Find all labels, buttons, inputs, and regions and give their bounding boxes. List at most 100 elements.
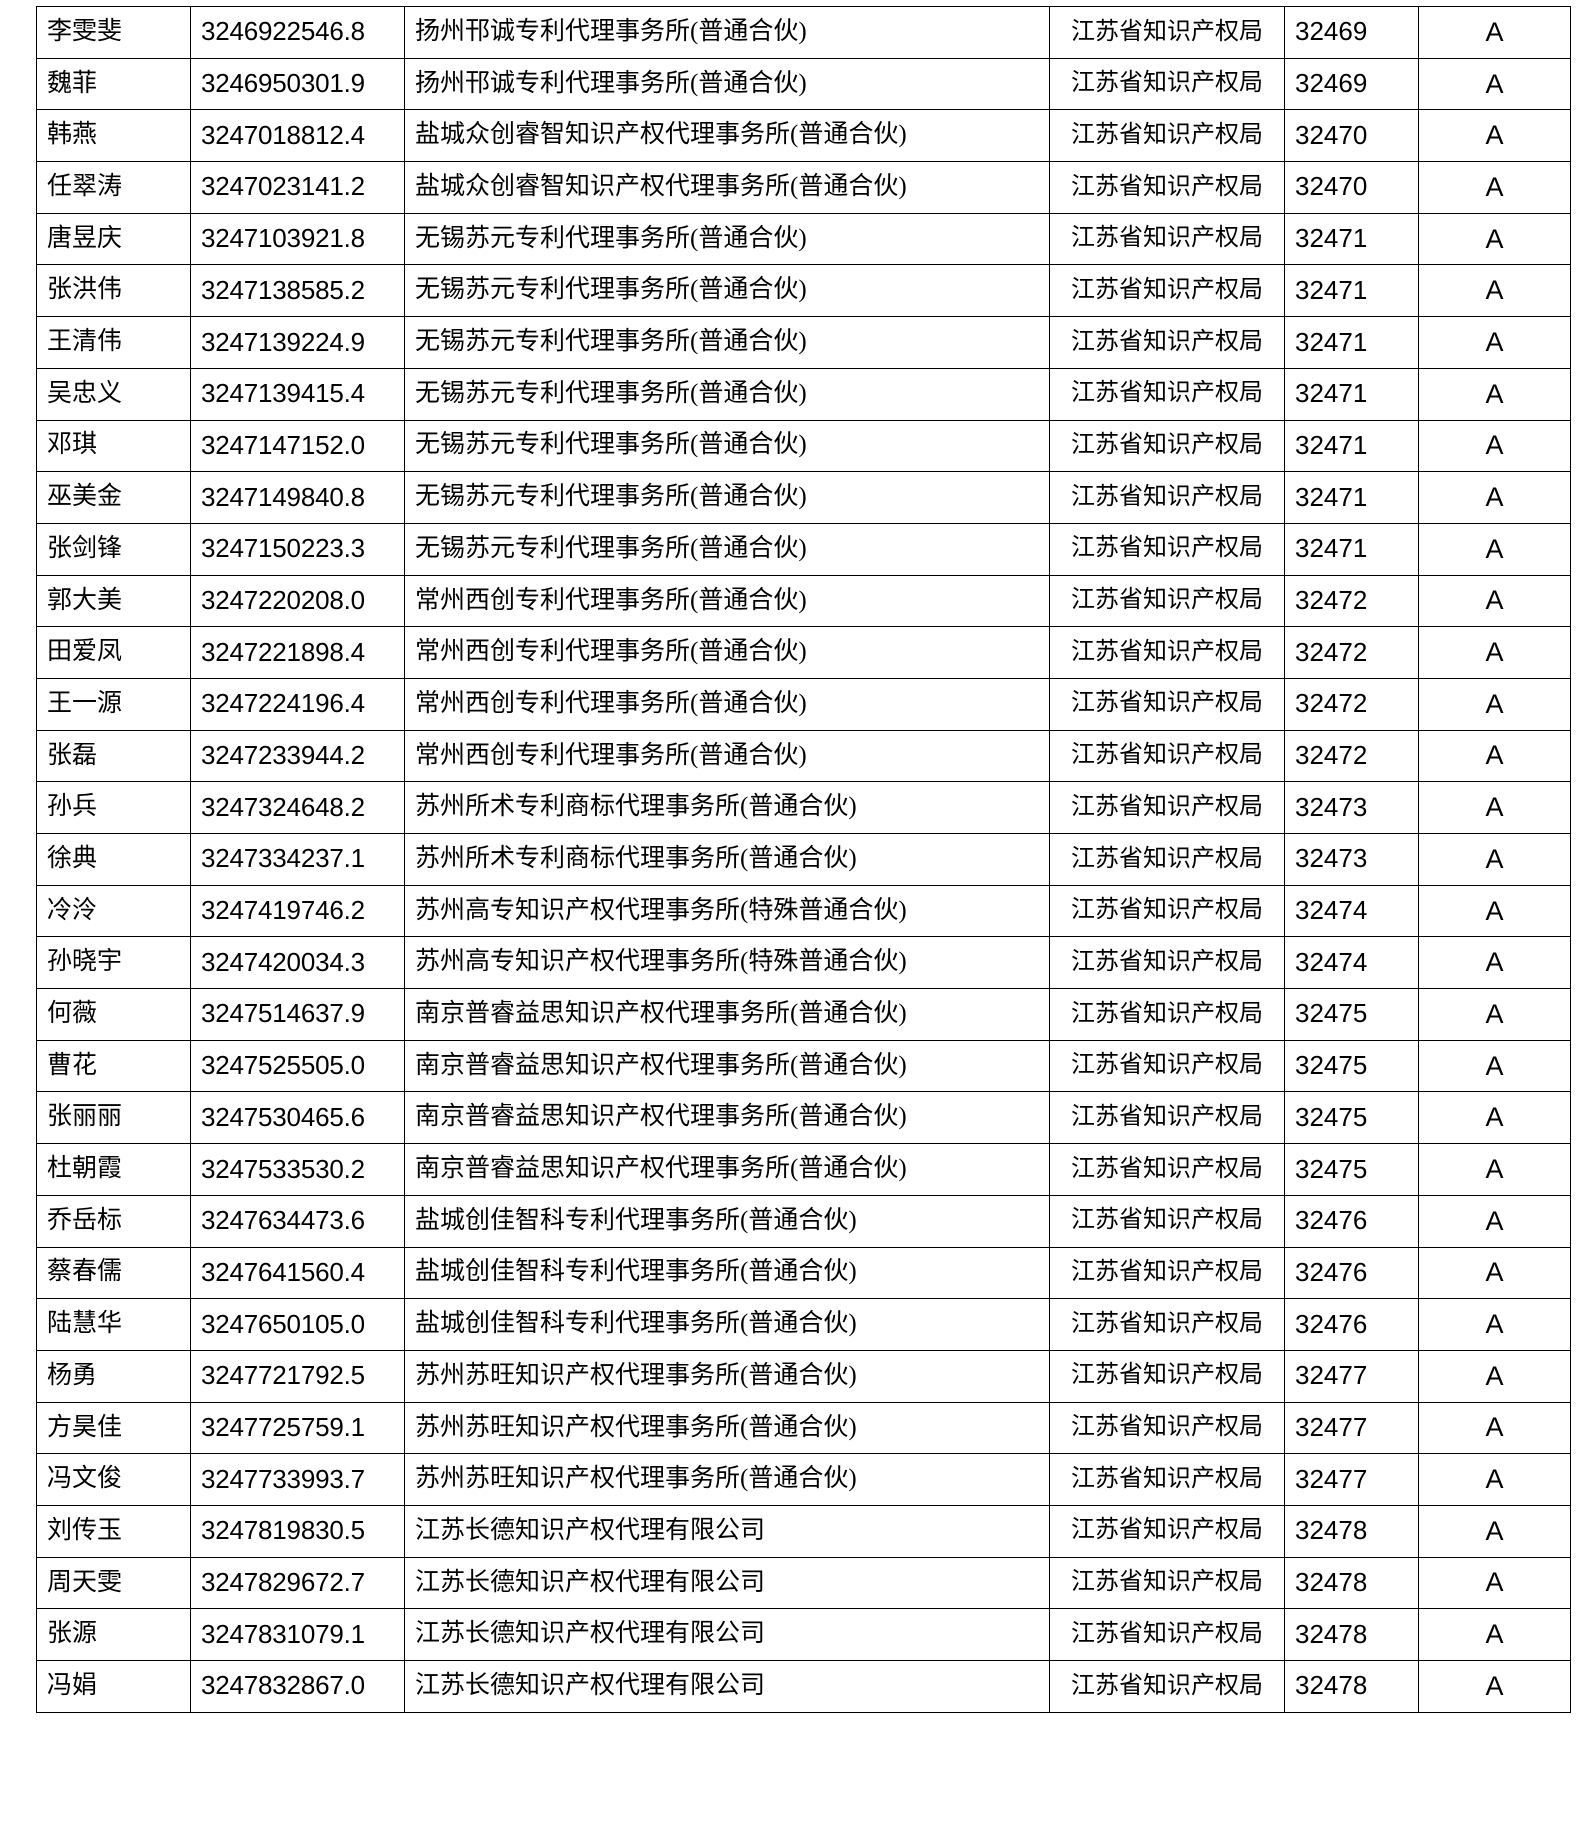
cell-agency-code: 32473 — [1284, 781, 1419, 834]
cell-agency-code: 32471 — [1284, 367, 1419, 421]
cell-agent-name: 张丽丽 — [36, 1091, 191, 1145]
table-row: 王一源 3247224196.4 常州西创专利代理事务所(普通合伙) 江苏省知识产权局… — [36, 677, 1571, 731]
cell-agent-name: 韩燕 — [36, 109, 191, 163]
cell-agent-name: 曹花 — [36, 1039, 191, 1093]
table-row: 曹花 3247525505.0 南京普睿益思知识产权代理事务所(普通合伙) 江苏省知识… — [36, 1039, 1571, 1093]
cell-agency-firm-name: 江苏长德知识产权代理有限公司 — [404, 1556, 1050, 1610]
cell-agency-firm-name: 无锡苏元专利代理事务所(普通合伙) — [404, 316, 1050, 369]
cell-agency-code: 32477 — [1284, 1349, 1419, 1403]
cell-administrative-authority: 江苏省知识产权局 — [1049, 1504, 1285, 1558]
cell-agency-firm-name: 苏州苏旺知识产权代理事务所(普通合伙) — [404, 1349, 1050, 1403]
cell-practice-certificate-number: 3247018812.4 — [190, 109, 405, 163]
cell-grade: A — [1418, 1039, 1571, 1093]
patent-agent-table: 李雯斐 3246922546.8 扬州邗诚专利代理事务所(普通合伙) 江苏省知识产权局… — [36, 6, 1571, 1713]
cell-agency-firm-name: 南京普睿益思知识产权代理事务所(普通合伙) — [404, 1143, 1050, 1196]
cell-administrative-authority: 江苏省知识产权局 — [1049, 1453, 1285, 1506]
cell-practice-certificate-number: 3247233944.2 — [190, 729, 405, 783]
cell-agency-firm-name: 南京普睿益思知识产权代理事务所(普通合伙) — [404, 1039, 1050, 1093]
cell-practice-certificate-number: 3247650105.0 — [190, 1298, 405, 1351]
cell-agency-firm-name: 无锡苏元专利代理事务所(普通合伙) — [404, 522, 1050, 576]
cell-agent-name: 周天雯 — [36, 1556, 191, 1610]
cell-agency-code: 32471 — [1284, 419, 1419, 473]
cell-grade: A — [1418, 1143, 1571, 1196]
cell-administrative-authority: 江苏省知识产权局 — [1049, 419, 1285, 473]
cell-administrative-authority: 江苏省知识产权局 — [1049, 264, 1285, 318]
cell-agency-code: 32472 — [1284, 677, 1419, 731]
cell-grade: A — [1418, 1556, 1571, 1610]
cell-administrative-authority: 江苏省知识产权局 — [1049, 1349, 1285, 1403]
cell-agent-name: 任翠涛 — [36, 161, 191, 214]
cell-administrative-authority: 江苏省知识产权局 — [1049, 884, 1285, 938]
cell-agency-code: 32471 — [1284, 522, 1419, 576]
cell-agency-firm-name: 江苏长德知识产权代理有限公司 — [404, 1504, 1050, 1558]
cell-agency-firm-name: 无锡苏元专利代理事务所(普通合伙) — [404, 367, 1050, 421]
cell-grade: A — [1418, 419, 1571, 473]
table-row: 冯娟 3247832867.0 江苏长德知识产权代理有限公司 江苏省知识产权局 3247… — [36, 1660, 1571, 1713]
cell-administrative-authority: 江苏省知识产权局 — [1049, 1401, 1285, 1455]
cell-grade: A — [1418, 884, 1571, 938]
cell-administrative-authority: 江苏省知识产权局 — [1049, 367, 1285, 421]
cell-administrative-authority: 江苏省知识产权局 — [1049, 1194, 1285, 1248]
table-row: 吴忠义 3247139415.4 无锡苏元专利代理事务所(普通合伙) 江苏省知识产权局… — [36, 367, 1571, 421]
cell-grade: A — [1418, 316, 1571, 369]
cell-practice-certificate-number: 3247150223.3 — [190, 522, 405, 576]
cell-agency-firm-name: 无锡苏元专利代理事务所(普通合伙) — [404, 419, 1050, 473]
cell-grade: A — [1418, 729, 1571, 783]
cell-practice-certificate-number: 3247634473.6 — [190, 1194, 405, 1248]
cell-agency-code: 32477 — [1284, 1401, 1419, 1455]
cell-administrative-authority: 江苏省知识产权局 — [1049, 1091, 1285, 1145]
cell-agent-name: 郭大美 — [36, 574, 191, 628]
cell-administrative-authority: 江苏省知识产权局 — [1049, 626, 1285, 679]
cell-agent-name: 陆慧华 — [36, 1298, 191, 1351]
cell-agent-name: 魏菲 — [36, 57, 191, 111]
cell-grade: A — [1418, 833, 1571, 886]
cell-agent-name: 何薇 — [36, 988, 191, 1041]
cell-agency-firm-name: 扬州邗诚专利代理事务所(普通合伙) — [404, 6, 1050, 59]
cell-agency-code: 32476 — [1284, 1246, 1419, 1300]
cell-practice-certificate-number: 3247533530.2 — [190, 1143, 405, 1196]
cell-administrative-authority: 江苏省知识产权局 — [1049, 1246, 1285, 1300]
cell-agency-code: 32475 — [1284, 1143, 1419, 1196]
cell-agency-code: 32474 — [1284, 936, 1419, 990]
table-row: 田爱凤 3247221898.4 常州西创专利代理事务所(普通合伙) 江苏省知识产权局… — [36, 626, 1571, 679]
table-row: 孙晓宇 3247420034.3 苏州高专知识产权代理事务所(特殊普通合伙) 江苏省知… — [36, 936, 1571, 990]
table-row: 张洪伟 3247138585.2 无锡苏元专利代理事务所(普通合伙) 江苏省知识产权局… — [36, 264, 1571, 318]
cell-agency-firm-name: 常州西创专利代理事务所(普通合伙) — [404, 626, 1050, 679]
cell-grade: A — [1418, 161, 1571, 214]
table-row: 刘传玉 3247819830.5 江苏长德知识产权代理有限公司 江苏省知识产权局 324… — [36, 1504, 1571, 1558]
cell-grade: A — [1418, 988, 1571, 1041]
cell-grade: A — [1418, 1246, 1571, 1300]
cell-grade: A — [1418, 109, 1571, 163]
cell-administrative-authority: 江苏省知识产权局 — [1049, 729, 1285, 783]
table-row: 韩燕 3247018812.4 盐城众创睿智知识产权代理事务所(普通合伙) 江苏省知识… — [36, 109, 1571, 163]
cell-practice-certificate-number: 3247419746.2 — [190, 884, 405, 938]
cell-agency-code: 32470 — [1284, 161, 1419, 214]
table-row: 魏菲 3246950301.9 扬州邗诚专利代理事务所(普通合伙) 江苏省知识产权局 3… — [36, 57, 1571, 111]
cell-agency-code: 32472 — [1284, 626, 1419, 679]
cell-grade: A — [1418, 367, 1571, 421]
cell-agency-firm-name: 无锡苏元专利代理事务所(普通合伙) — [404, 264, 1050, 318]
cell-agency-code: 32471 — [1284, 471, 1419, 524]
cell-administrative-authority: 江苏省知识产权局 — [1049, 677, 1285, 731]
cell-practice-certificate-number: 3247420034.3 — [190, 936, 405, 990]
cell-agent-name: 邓琪 — [36, 419, 191, 473]
cell-administrative-authority: 江苏省知识产权局 — [1049, 781, 1285, 834]
cell-agent-name: 李雯斐 — [36, 6, 191, 59]
cell-agency-firm-name: 南京普睿益思知识产权代理事务所(普通合伙) — [404, 988, 1050, 1041]
table-row: 巫美金 3247149840.8 无锡苏元专利代理事务所(普通合伙) 江苏省知识产权局… — [36, 471, 1571, 524]
document-page: 李雯斐 3246922546.8 扬州邗诚专利代理事务所(普通合伙) 江苏省知识产权局… — [0, 0, 1587, 1827]
table-row: 冯文俊 3247733993.7 苏州苏旺知识产权代理事务所(普通合伙) 江苏省知识产… — [36, 1453, 1571, 1506]
cell-grade: A — [1418, 574, 1571, 628]
cell-grade: A — [1418, 1349, 1571, 1403]
cell-agency-code: 32476 — [1284, 1194, 1419, 1248]
cell-agent-name: 唐昱庆 — [36, 212, 191, 266]
table-body: 李雯斐 3246922546.8 扬州邗诚专利代理事务所(普通合伙) 江苏省知识产权局… — [36, 6, 1571, 1713]
cell-agent-name: 田爱凤 — [36, 626, 191, 679]
cell-agency-firm-name: 常州西创专利代理事务所(普通合伙) — [404, 729, 1050, 783]
cell-administrative-authority: 江苏省知识产权局 — [1049, 988, 1285, 1041]
cell-agency-firm-name: 江苏长德知识产权代理有限公司 — [404, 1660, 1050, 1713]
cell-agent-name: 吴忠义 — [36, 367, 191, 421]
cell-practice-certificate-number: 3247819830.5 — [190, 1504, 405, 1558]
cell-grade: A — [1418, 1401, 1571, 1455]
cell-agency-firm-name: 盐城众创睿智知识产权代理事务所(普通合伙) — [404, 161, 1050, 214]
